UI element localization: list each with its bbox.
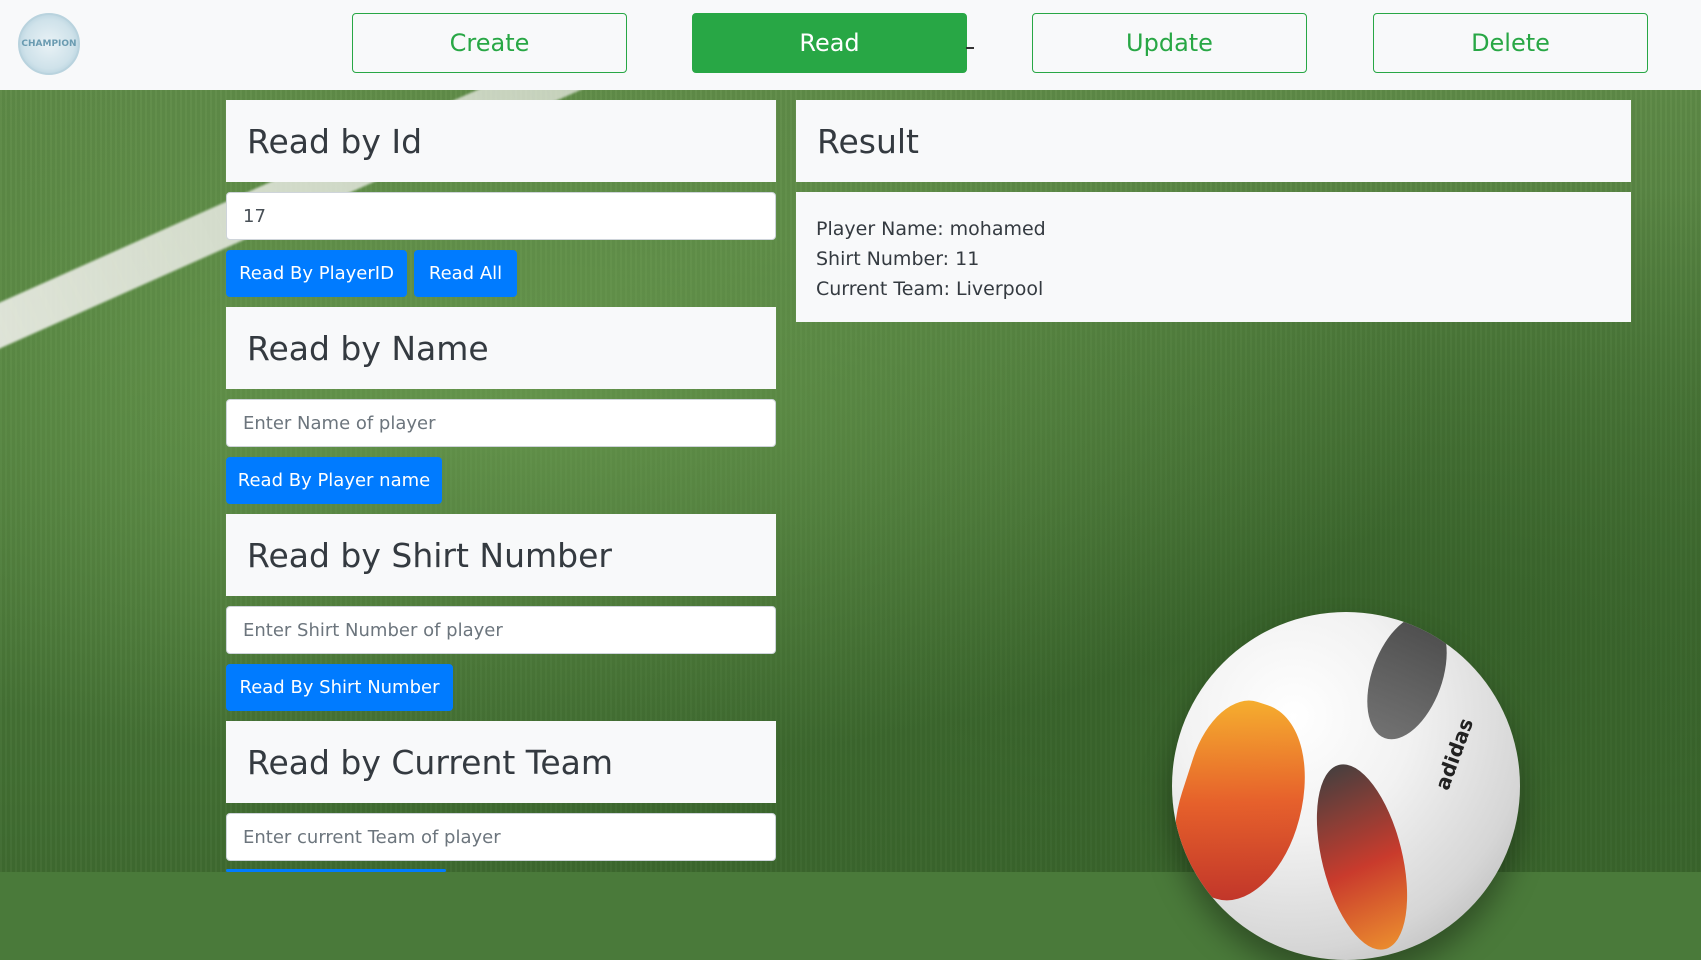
result-current-team: Current Team: Liverpool	[816, 278, 1044, 300]
top-navbar: CHAMPION Create Read Update Delete	[0, 0, 1701, 90]
champion-logo[interactable]: CHAMPION	[18, 13, 80, 75]
result-panel: Player Name: mohamed Shirt Number: 11 Cu…	[796, 192, 1631, 322]
current-team-input[interactable]	[226, 813, 776, 861]
read-by-shirt-number-header: Read by Shirt Number	[226, 514, 776, 596]
read-by-current-team-header: Read by Current Team	[226, 721, 776, 803]
logo-text: CHAMPION	[21, 39, 77, 49]
read-button[interactable]: Read	[692, 13, 967, 73]
player-name-input[interactable]	[226, 399, 776, 447]
delete-button[interactable]: Delete	[1373, 13, 1648, 73]
result-player-name: Player Name: mohamed	[816, 218, 1046, 240]
read-by-player-id-button[interactable]: Read By PlayerID	[226, 250, 407, 297]
shirt-number-input[interactable]	[226, 606, 776, 654]
read-by-shirt-number-button[interactable]: Read By Shirt Number	[226, 664, 453, 711]
ball-brand-text: adidas	[1430, 714, 1479, 794]
read-by-name-header: Read by Name	[226, 307, 776, 389]
result-header: Result	[796, 100, 1631, 182]
read-all-button[interactable]: Read All	[414, 250, 517, 297]
create-button[interactable]: Create	[352, 13, 627, 73]
read-by-id-header: Read by Id	[226, 100, 776, 182]
read-by-player-name-button[interactable]: Read By Player name	[226, 457, 442, 504]
result-shirt-number: Shirt Number: 11	[816, 248, 980, 270]
nav-divider	[966, 47, 974, 49]
soccer-ball-image: adidas	[1172, 612, 1520, 960]
update-button[interactable]: Update	[1032, 13, 1307, 73]
player-id-input[interactable]	[226, 192, 776, 240]
